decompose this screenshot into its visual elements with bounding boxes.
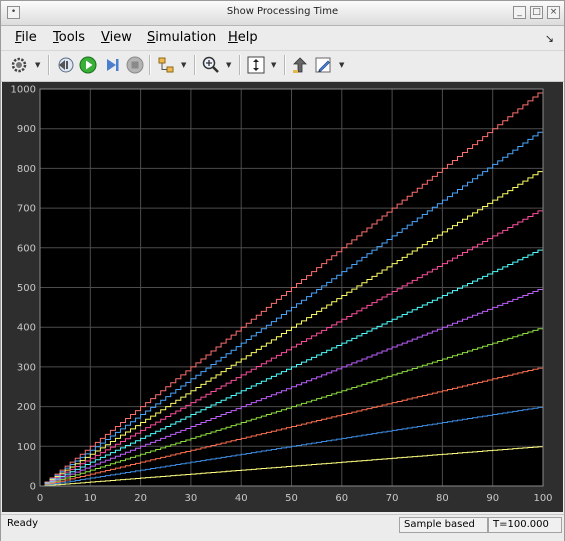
toolbar-separator — [48, 55, 50, 75]
menu-help[interactable]: Help — [228, 30, 258, 45]
highlight-icon[interactable] — [290, 55, 310, 75]
toolbar: ▼ ▼ ▼ ▼ ▼ — [1, 50, 564, 82]
x-tick-label: 90 — [486, 493, 499, 504]
simulation-time: T=100.000 — [488, 517, 562, 533]
close-button[interactable]: × — [547, 6, 560, 19]
y-tick-label: 0 — [30, 482, 36, 493]
hierarchy-icon[interactable] — [156, 55, 176, 75]
toolbar-separator — [194, 55, 196, 75]
x-tick-label: 30 — [185, 493, 198, 504]
y-tick-label: 700 — [17, 204, 36, 215]
y-tick-label: 300 — [17, 362, 36, 373]
scope-chart[interactable]: 0 10 20 30 40 50 60 70 80 90 100010020030040050060… — [2, 82, 563, 512]
menu-file[interactable]: File — [15, 30, 37, 45]
y-tick-label: 600 — [17, 243, 36, 254]
toolbar-separator — [284, 55, 286, 75]
maximize-button[interactable]: □ — [530, 6, 543, 19]
x-tick-label: 20 — [134, 493, 147, 504]
menu-simulation[interactable]: Simulation — [147, 30, 216, 45]
x-tick-label: 70 — [386, 493, 399, 504]
run-icon[interactable] — [78, 55, 98, 75]
y-tick-label: 400 — [17, 323, 36, 334]
x-tick-label: 50 — [285, 493, 298, 504]
status-ready: Ready — [7, 518, 39, 529]
window-menu-button[interactable]: • — [7, 6, 20, 19]
zoom-dropdown-icon[interactable]: ▼ — [226, 61, 231, 69]
zoom-in-icon[interactable] — [201, 55, 221, 75]
plot-area: 0 10 20 30 40 50 60 70 80 90 100 0 100 200 300 400 500 60… — [2, 82, 563, 512]
sample-mode-indicator: Sample based — [399, 517, 488, 533]
minimize-button[interactable]: _ — [513, 6, 526, 19]
scope-window: Show Processing Time • _ □ × File Tools … — [0, 0, 565, 541]
edit-dropdown-icon[interactable]: ▼ — [339, 61, 344, 69]
y-tick-label: 100 — [17, 442, 36, 453]
edit-icon[interactable] — [313, 55, 333, 75]
y-tick-label: 200 — [17, 402, 36, 413]
x-tick-label: 80 — [436, 493, 449, 504]
x-tick-label: 100 — [533, 493, 552, 504]
y-tick-label: 1000 — [11, 85, 36, 96]
toolbar-separator — [149, 55, 151, 75]
x-tick-label: 10 — [84, 493, 97, 504]
title-bar: Show Processing Time • _ □ × — [1, 1, 564, 26]
autoscale-icon[interactable] — [246, 55, 266, 75]
stop-icon[interactable] — [125, 55, 145, 75]
autoscale-dropdown-icon[interactable]: ▼ — [271, 61, 276, 69]
x-tick-label: 0 — [37, 493, 43, 504]
y-tick-label: 800 — [17, 164, 36, 175]
menu-bar: File Tools View Simulation Help ↘ — [1, 26, 564, 50]
menu-view[interactable]: View — [101, 30, 132, 45]
toolbar-separator — [239, 55, 241, 75]
undock-arrow-icon[interactable]: ↘ — [545, 32, 554, 45]
x-tick-label: 60 — [335, 493, 348, 504]
window-title: Show Processing Time — [226, 6, 339, 17]
y-tick-label: 900 — [17, 124, 36, 135]
step-back-icon[interactable] — [55, 55, 75, 75]
x-tick-label: 40 — [235, 493, 248, 504]
gear-icon[interactable] — [9, 55, 29, 75]
hierarchy-dropdown-icon[interactable]: ▼ — [181, 61, 186, 69]
menu-tools[interactable]: Tools — [53, 30, 85, 45]
gear-dropdown-icon[interactable]: ▼ — [35, 61, 40, 69]
y-tick-label: 500 — [17, 283, 36, 294]
step-forward-icon[interactable] — [102, 55, 122, 75]
status-bar: Ready Sample based T=100.000 — [1, 514, 564, 541]
